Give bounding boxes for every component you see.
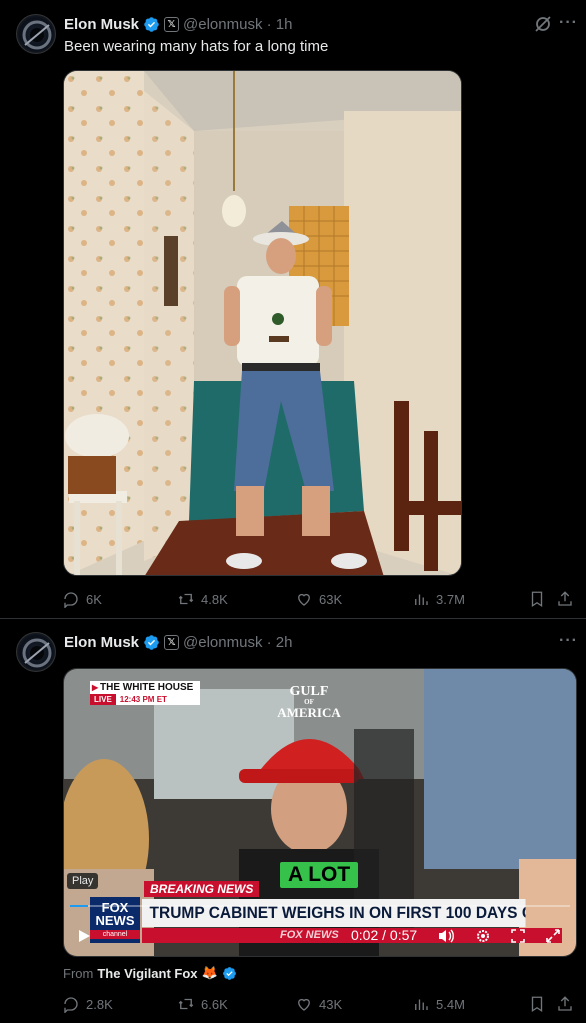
headline-banner: TRUMP CABINET WEIGHS IN ON FIRST 100 DAY… [142, 899, 526, 927]
grok-icon[interactable] [533, 14, 553, 34]
post-video[interactable]: ▶ THE WHITE HOUSE LIVE 12:43 PM ET GULF … [63, 668, 577, 957]
repost-count: 6.6K [201, 996, 228, 1012]
author-name[interactable]: Elon Musk [64, 16, 139, 33]
heart-icon [298, 998, 310, 1011]
fox-logo-line3: channel [90, 930, 140, 939]
repost-button[interactable]: 6.6K [177, 995, 228, 1013]
cap-line-3: AMERICA [277, 705, 341, 720]
like-count: 63K [319, 591, 343, 607]
bookmark-icon[interactable] [528, 995, 546, 1013]
progress-fill [70, 905, 88, 907]
views-button[interactable]: 5.4M [412, 995, 465, 1013]
more-options-icon[interactable]: ··· [559, 632, 578, 650]
like-button[interactable]: 43K [295, 995, 342, 1013]
reply-icon [64, 592, 78, 608]
reply-button[interactable]: 6K [62, 590, 102, 608]
share-icon[interactable] [556, 590, 574, 608]
verified-badge-icon [144, 634, 159, 650]
post-1[interactable]: Elon Musk 𝕏 @elonmusk · 1h ··· Been wear… [0, 0, 586, 619]
handle-and-time[interactable]: @elonmusk · 2h [183, 634, 292, 651]
reply-count: 6K [86, 591, 102, 607]
fullscreen-icon[interactable] [545, 928, 561, 944]
live-time: 12:43 PM ET [115, 694, 200, 705]
volume-icon[interactable] [437, 928, 455, 944]
heart-icon [298, 593, 310, 606]
cap-line-1: GULF [289, 684, 329, 699]
fox-emoji: 🦊 [201, 965, 218, 980]
video-source: From The Vigilant Fox 🦊 [63, 965, 237, 981]
views-button[interactable]: 3.7M [412, 590, 465, 608]
photo-image [64, 71, 461, 575]
author-name[interactable]: Elon Musk [64, 634, 139, 651]
play-tooltip: Play [67, 873, 99, 889]
post-2-actions: 2.8K 6.6K 43K 5.4M [62, 995, 578, 1015]
view-count: 5.4M [436, 996, 465, 1012]
bookmark-icon[interactable] [528, 590, 546, 608]
more-options-icon[interactable]: ··· [559, 14, 578, 32]
like-button[interactable]: 63K [295, 590, 342, 608]
handle-and-time[interactable]: @elonmusk · 1h [183, 16, 292, 33]
post-photo[interactable] [63, 70, 462, 576]
settings-gear-icon[interactable] [475, 928, 491, 944]
repost-button[interactable]: 4.8K [177, 590, 228, 608]
location-text: THE WHITE HOUSE [100, 682, 194, 693]
reply-count: 2.8K [86, 996, 113, 1012]
source-prefix: From [63, 965, 94, 981]
avatar[interactable] [16, 632, 56, 672]
play-icon[interactable] [76, 928, 92, 944]
source-name[interactable]: The Vigilant Fox [97, 966, 197, 981]
share-icon[interactable] [556, 995, 574, 1013]
post-header: Elon Musk 𝕏 @elonmusk · 1h [64, 14, 292, 34]
video-timestamp: 0:02 / 0:57 [351, 927, 418, 943]
repost-icon [178, 998, 194, 1010]
post-1-actions: 6K 4.8K 63K 3.7M [62, 590, 578, 610]
views-icon [415, 999, 428, 1010]
tweet-text: Been wearing many hats for a long time [64, 38, 329, 55]
fox-logo-line2: NEWS [95, 913, 135, 928]
post-2[interactable]: Elon Musk 𝕏 @elonmusk · 2h ··· ▶ THE WHI… [0, 620, 586, 1023]
location-tag: ▶ THE WHITE HOUSE LIVE 12:43 PM ET [90, 681, 200, 707]
picture-in-picture-icon[interactable] [510, 928, 526, 944]
view-count: 3.7M [436, 591, 465, 607]
post-header: Elon Musk 𝕏 @elonmusk · 2h [64, 632, 292, 652]
repost-count: 4.8K [201, 591, 228, 607]
reply-button[interactable]: 2.8K [62, 995, 113, 1013]
verified-badge-icon [222, 966, 236, 980]
verified-badge-icon [144, 16, 159, 32]
avatar[interactable] [16, 14, 56, 54]
a-lot-caption: A LOT [280, 862, 359, 888]
repost-icon [178, 593, 194, 605]
breaking-news-banner: BREAKING NEWS [144, 881, 260, 897]
like-count: 43K [319, 996, 343, 1012]
ticker-brand: FOX NEWS [280, 929, 339, 941]
fox-news-logo: FOX NEWS channel [90, 897, 140, 943]
live-label: LIVE [90, 694, 116, 705]
progress-bar[interactable] [70, 905, 570, 907]
reply-icon [64, 997, 78, 1013]
x-affiliate-icon: 𝕏 [164, 634, 180, 650]
x-affiliate-icon: 𝕏 [164, 16, 180, 32]
views-icon [415, 594, 428, 605]
cap-text: GULF OF AMERICA [264, 684, 354, 720]
